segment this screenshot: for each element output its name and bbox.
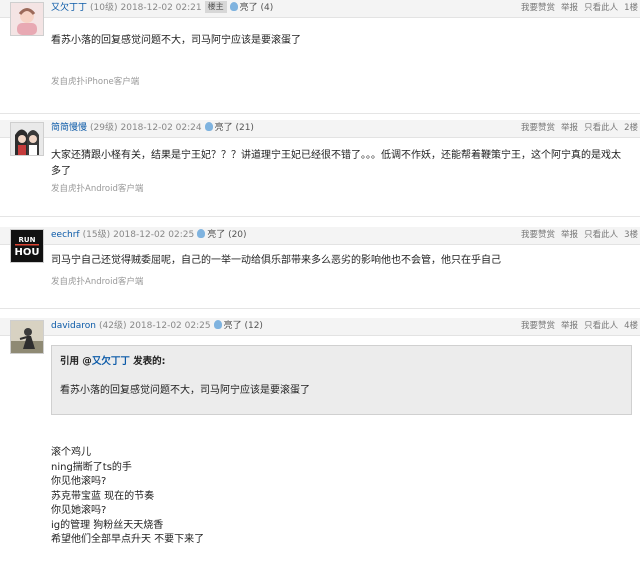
post-1: 又欠丁丁 (10级) 2018-12-02 02:21 楼主 亮了 (4) 我要赞赏 举报… <box>0 0 640 113</box>
avatar[interactable] <box>10 122 44 156</box>
quote-text: 看苏小落的回复感觉问题不大，司马阿宁应该是要滚蛋了 <box>60 385 310 396</box>
post-content: 滚个鸡儿 ning揣断了ts的手 你见他滚吗? 苏克带宝蓝 现在的节奏 你见她滚… <box>51 446 628 548</box>
post-header: davidaron (42级) 2018-12-02 02:25 亮了 (12) 我要… <box>0 318 640 336</box>
divider <box>0 308 640 309</box>
report-button[interactable]: 举报 <box>561 230 578 240</box>
post-actions: 我要赞赏 举报 只看此人 2楼 <box>515 121 638 136</box>
content-line: 你见她滚吗? <box>51 505 107 516</box>
username[interactable]: eechrf <box>51 230 80 240</box>
post-time: 2018-12-02 02:24 <box>120 123 202 133</box>
floor-number: 4楼 <box>624 321 638 331</box>
post-actions: 我要赞赏 举报 只看此人 3楼 <box>515 228 638 243</box>
username[interactable]: davidaron <box>51 321 96 331</box>
post-time: 2018-12-02 02:25 <box>129 321 211 331</box>
report-button[interactable]: 举报 <box>561 3 578 13</box>
post-content: 司马宁自己还觉得贼委屈呢，自己的一举一动给俱乐部带来多么恶劣的影响他也不会管，他… <box>51 255 501 266</box>
divider <box>0 216 640 217</box>
light-bulb-icon[interactable] <box>197 229 206 238</box>
floor-number: 2楼 <box>624 123 638 133</box>
user-level: (10级) <box>90 3 118 13</box>
floor-number: 3楼 <box>624 230 638 240</box>
reward-button[interactable]: 我要赞赏 <box>521 230 555 240</box>
quote-user[interactable]: 又欠丁丁 <box>92 356 130 367</box>
user-level: (42级) <box>99 321 127 331</box>
user-level: (29级) <box>90 123 118 133</box>
only-this-user-button[interactable]: 只看此人 <box>584 230 618 240</box>
light-count[interactable]: 亮了 (20) <box>207 230 246 240</box>
light-bulb-icon[interactable] <box>229 2 238 11</box>
avatar-image <box>11 123 43 155</box>
post-time: 2018-12-02 02:25 <box>113 230 195 240</box>
username[interactable]: 简简慢慢 <box>51 123 87 133</box>
op-badge: 楼主 <box>204 1 227 13</box>
avatar-logo-top: RUN <box>19 236 36 244</box>
avatar-image <box>11 321 43 353</box>
avatar[interactable]: RUN HOU <box>10 229 44 263</box>
post-actions: 我要赞赏 举报 只看此人 1楼 <box>515 1 638 16</box>
light-bulb-icon[interactable] <box>204 122 213 131</box>
light-count[interactable]: 亮了 (12) <box>224 321 263 331</box>
avatar[interactable] <box>10 2 44 36</box>
post-source: 发自虎扑Android客户端 <box>51 184 144 194</box>
author-line: 简简慢慢 (29级) 2018-12-02 02:24 亮了 (21) <box>51 121 254 136</box>
post-3: eechrf (15级) 2018-12-02 02:25 亮了 (20) 我要赞赏举… <box>0 227 640 302</box>
author-line: eechrf (15级) 2018-12-02 02:25 亮了 (20) <box>51 228 247 243</box>
reward-button[interactable]: 我要赞赏 <box>521 123 555 133</box>
quote-prefix: 引用 @ <box>60 356 92 367</box>
post-header: eechrf (15级) 2018-12-02 02:25 亮了 (20) 我要赞赏举… <box>0 227 640 245</box>
post-4: davidaron (42级) 2018-12-02 02:25 亮了 (12) 我要… <box>0 318 640 565</box>
report-button[interactable]: 举报 <box>561 123 578 133</box>
only-this-user-button[interactable]: 只看此人 <box>584 3 618 13</box>
avatar-image <box>11 3 43 35</box>
post-actions: 我要赞赏 举报 只看此人 4楼 <box>515 319 638 334</box>
post-source: 发自虎扑Android客户端 <box>51 277 144 287</box>
author-line: 又欠丁丁 (10级) 2018-12-02 02:21 楼主 亮了 (4) <box>51 1 273 16</box>
post-content: 看苏小落的回复感觉问题不大，司马阿宁应该是要滚蛋了 <box>51 35 301 46</box>
content-line: 你见他滚吗? <box>51 476 107 487</box>
light-bulb-icon[interactable] <box>213 320 222 329</box>
post-source: 发自虎扑iPhone客户端 <box>51 77 140 87</box>
reward-button[interactable]: 我要赞赏 <box>521 321 555 331</box>
content-line: ning揣断了ts的手 <box>51 461 132 473</box>
author-line: davidaron (42级) 2018-12-02 02:25 亮了 (12) <box>51 319 263 334</box>
content-line: 苏克带宝蓝 现在的节奏 <box>51 490 155 502</box>
quote-box: 引用 @又欠丁丁 发表的: 看苏小落的回复感觉问题不大，司马阿宁应该是要滚蛋了 <box>51 345 632 415</box>
post-header: 又欠丁丁 (10级) 2018-12-02 02:21 楼主 亮了 (4) 我要赞赏 举报… <box>0 0 640 18</box>
only-this-user-button[interactable]: 只看此人 <box>584 123 618 133</box>
username[interactable]: 又欠丁丁 <box>51 3 87 13</box>
light-count[interactable]: 亮了 (4) <box>240 3 274 13</box>
quote-suffix: 发表的: <box>129 356 166 367</box>
avatar-logo: RUN HOU <box>11 230 43 262</box>
content-line: 希望他们全部早点升天 不要下来了 <box>51 534 205 545</box>
reward-button[interactable]: 我要赞赏 <box>521 3 555 13</box>
floor-number: 1楼 <box>624 3 638 13</box>
divider <box>0 113 640 114</box>
post-2: 简简慢慢 (29级) 2018-12-02 02:24 亮了 (21) 我要赞赏 举报只… <box>0 120 640 220</box>
quote-header: 引用 @又欠丁丁 发表的: <box>60 353 165 367</box>
post-time: 2018-12-02 02:21 <box>120 3 202 13</box>
post-header: 简简慢慢 (29级) 2018-12-02 02:24 亮了 (21) 我要赞赏 举报只… <box>0 120 640 138</box>
avatar[interactable] <box>10 320 44 354</box>
light-count[interactable]: 亮了 (21) <box>215 123 254 133</box>
post-content: 大家还猜跟小柽有关，结果是宁王妃？？？讲道理宁王妃已经很不错了。。。低调不作妖，… <box>51 150 621 177</box>
content-line: ig的管理 狗粉丝天天烧香 <box>51 519 164 531</box>
only-this-user-button[interactable]: 只看此人 <box>584 321 618 331</box>
content-line: 滚个鸡儿 <box>51 447 91 458</box>
avatar-logo-bottom: HOU <box>15 247 40 258</box>
user-level: (15级) <box>82 230 111 240</box>
report-button[interactable]: 举报 <box>561 321 578 331</box>
